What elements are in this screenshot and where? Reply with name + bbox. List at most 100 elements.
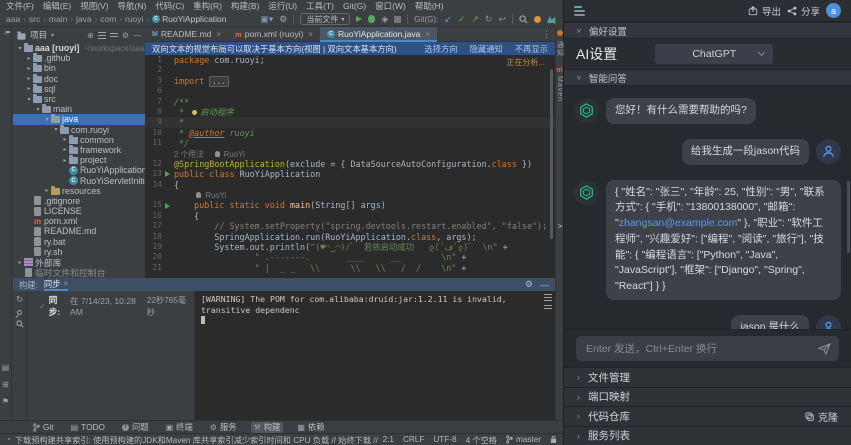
code-editor[interactable]: 1package com.ruoyi;23import ...67/**8 * … — [145, 55, 555, 278]
menu-item[interactable]: 导航(N) — [118, 0, 147, 12]
maven-tool-button[interactable]: Maven — [556, 76, 563, 102]
chat-bubble[interactable]: jason 是什么 — [731, 315, 809, 329]
tree-chevron-icon[interactable]: ▸ — [43, 187, 51, 194]
menu-item[interactable]: 视图(V) — [80, 0, 108, 12]
tree-item[interactable]: ry.sh — [13, 247, 145, 257]
breadcrumb-item[interactable]: main — [49, 14, 67, 24]
editor-scrollbar[interactable] — [550, 69, 553, 239]
section-preferences[interactable]: ∨ 偏好设置 — [564, 22, 851, 39]
breadcrumb-item[interactable]: aaa — [6, 14, 20, 24]
tree-chevron-icon[interactable]: ▸ — [61, 136, 69, 143]
tree-item[interactable]: ▸sql — [13, 84, 145, 94]
git-history-icon[interactable]: ↻ — [485, 14, 493, 25]
tree-item[interactable]: ▸.github — [13, 53, 145, 63]
menu-item[interactable]: 工具(T) — [306, 0, 334, 12]
tree-chevron-icon[interactable]: ▾ — [16, 45, 24, 52]
clone-button[interactable]: 克隆 — [805, 409, 838, 424]
run-gutter-icon[interactable] — [165, 171, 170, 177]
chat-bubble[interactable]: { "姓名": "张三", "年龄": 25, "性别": "男", "联系方式… — [606, 180, 841, 300]
project-widget-icon[interactable]: ▣▾ — [260, 15, 273, 24]
breadcrumb-item[interactable]: ruoyi — [125, 14, 143, 24]
export-button[interactable]: 导出 — [748, 4, 781, 18]
editor-tab[interactable]: CRuoYiApplication.java× — [320, 27, 437, 41]
toolwindow-button-todo[interactable]: ▤TODO — [68, 422, 108, 433]
menu-item[interactable]: 文件(F) — [6, 0, 34, 12]
line-ending[interactable]: CRLF — [403, 435, 424, 444]
tree-chevron-icon[interactable]: ▸ — [25, 85, 33, 92]
tree-item[interactable]: ▾main — [13, 104, 145, 114]
tree-chevron-icon[interactable]: ▾ — [43, 116, 51, 123]
breadcrumb-item[interactable]: java — [76, 14, 92, 24]
toolwindow-button-git[interactable]: Git — [30, 422, 57, 433]
toolwindow-button-问题[interactable]: !问题 — [119, 422, 152, 433]
tree-item[interactable]: ▾src — [13, 94, 145, 104]
tree-item[interactable]: CRuoYiApplication — [13, 165, 145, 175]
chat-input[interactable] — [576, 336, 839, 361]
git-update-icon[interactable]: ↙ — [444, 14, 452, 25]
close-icon[interactable]: × — [425, 30, 430, 39]
kebab-menu-icon[interactable]: ⋮ — [538, 27, 555, 41]
tree-item[interactable]: mpom.xml — [13, 216, 145, 226]
hide-panel-icon[interactable]: — — [540, 280, 549, 290]
run-gutter-icon[interactable] — [165, 203, 170, 209]
section-文件管理[interactable]: ›文件管理 — [564, 367, 851, 387]
indent-size[interactable]: 4 个空格 — [466, 434, 497, 445]
chat-scrollbar[interactable] — [847, 181, 850, 253]
menu-item[interactable]: 帮助(H) — [415, 0, 444, 12]
search-icon[interactable] — [519, 15, 528, 24]
editor-tab[interactable]: MREADME.md× — [145, 27, 228, 41]
breadcrumb-item[interactable]: CRuoYiApplication — [152, 14, 226, 24]
email-link[interactable]: zhangsan@example.com — [619, 217, 738, 229]
status-message[interactable]: 下载预构建共享索引: 使用预构建的JDK和Maven 库共享索引减少索引时间和 … — [15, 434, 379, 445]
tree-chevron-icon[interactable]: ▸ — [25, 55, 33, 62]
tree-chevron-icon[interactable]: ▸ — [25, 75, 33, 82]
gear-icon[interactable]: ⚙ — [122, 31, 129, 40]
menu-item[interactable]: 编辑(E) — [43, 0, 71, 12]
tree-item[interactable]: CRuoYiServletInitializer — [13, 175, 145, 185]
breadcrumb-item[interactable]: com — [100, 14, 116, 24]
model-selector[interactable]: ChatGPT — [655, 44, 773, 64]
tree-item[interactable]: ▾java — [13, 114, 145, 124]
banner-link[interactable]: 隐藏通知 — [470, 43, 503, 55]
section-服务列表[interactable]: ›服务列表 — [564, 426, 851, 445]
tree-chevron-icon[interactable]: ▸ — [61, 157, 69, 164]
menu-icon[interactable] — [574, 6, 585, 16]
section-qa[interactable]: ∨ 智能问答 — [564, 69, 851, 86]
caret-position[interactable]: 2:1 — [383, 435, 394, 444]
debug-button[interactable] — [368, 15, 375, 23]
menu-item[interactable]: Git(G) — [343, 1, 366, 11]
run-config-selector[interactable]: 当前文件▾ — [300, 13, 350, 25]
close-icon[interactable]: × — [64, 279, 69, 288]
toolwindow-button-终端[interactable]: ▣终端 — [163, 422, 196, 433]
chat-bubble[interactable]: 您好！有什么需要帮助的吗? — [606, 98, 756, 124]
share-button[interactable]: 分享 — [787, 4, 820, 18]
notifications-tool-button[interactable]: 通知 — [555, 41, 565, 57]
locate-icon[interactable]: ⊕ — [87, 31, 94, 40]
tree-item[interactable]: ▸project — [13, 155, 145, 165]
tree-chevron-icon[interactable]: ▸ — [16, 259, 24, 266]
close-icon[interactable]: × — [216, 30, 221, 39]
menu-item[interactable]: 窗口(W) — [375, 0, 406, 12]
structure-tool-button[interactable]: ▤ — [2, 363, 10, 372]
send-icon[interactable] — [818, 342, 831, 355]
toolwindow-button-构建[interactable]: ⚒构建 — [251, 422, 284, 433]
git-branch[interactable]: master — [506, 435, 541, 444]
notification-bell-icon[interactable] — [557, 30, 563, 36]
tree-item[interactable]: 临时文件和控制台 — [13, 267, 145, 277]
tree-item[interactable]: ▾com.ruoyi — [13, 125, 145, 135]
coverage-icon[interactable]: ◈ — [381, 15, 388, 24]
encoding[interactable]: UTF-8 — [433, 435, 456, 444]
tree-item[interactable]: LICENSE — [13, 206, 145, 216]
notifications-dot-icon[interactable] — [534, 16, 541, 23]
menu-item[interactable]: 代码(C) — [155, 0, 184, 12]
tree-chevron-icon[interactable]: ▸ — [61, 146, 69, 153]
tree-chevron-icon[interactable]: ▾ — [25, 96, 33, 103]
close-icon[interactable]: × — [308, 30, 313, 39]
project-tool-button[interactable] — [4, 31, 8, 35]
pin-icon[interactable] — [16, 309, 23, 316]
build-console[interactable]: [WARNING] The POM for com.alibaba:druid:… — [195, 291, 555, 420]
scroll-to-end-icon[interactable] — [544, 305, 552, 310]
gear-icon[interactable]: ⚙ — [525, 279, 533, 290]
sync-status-row[interactable]: ✓ 同步: 在 7/14/23, 10:28 AM 22秒765毫秒 — [27, 294, 194, 318]
banner-link[interactable]: 选择方向 — [424, 43, 457, 55]
